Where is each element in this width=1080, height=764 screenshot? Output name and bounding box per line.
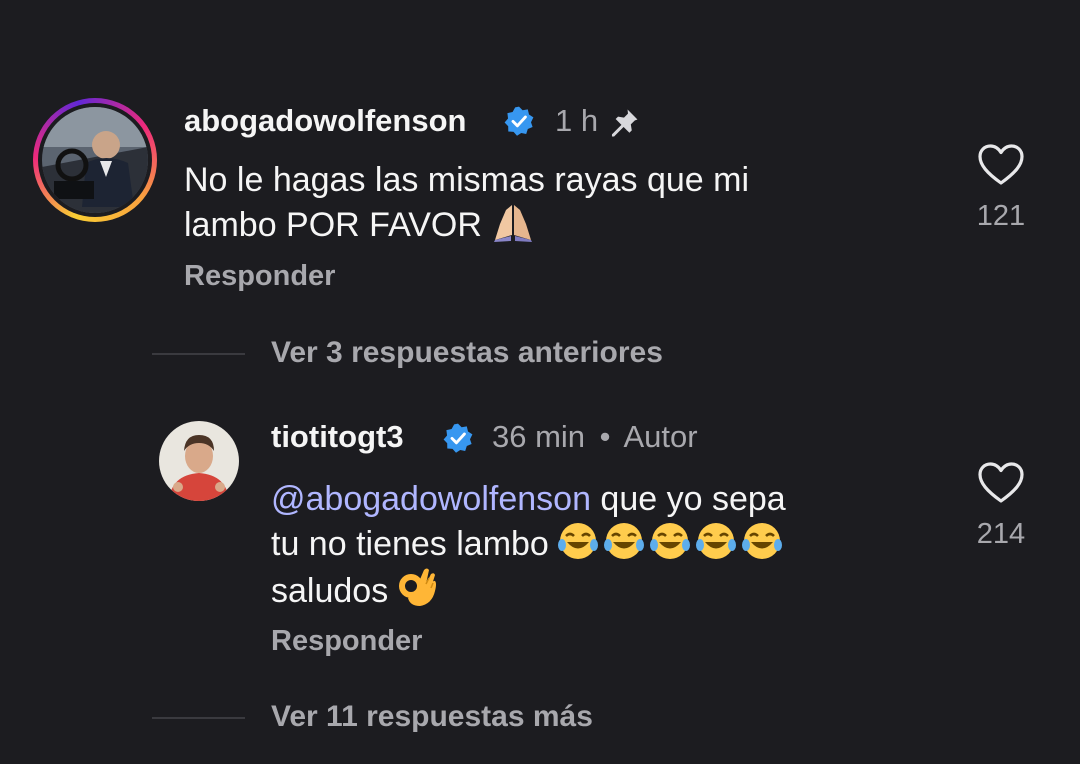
heart-icon[interactable] xyxy=(977,461,1025,505)
heart-icon[interactable] xyxy=(977,143,1025,187)
comment-text-fragment: que yo sepa xyxy=(590,480,786,518)
view-previous-replies-button[interactable]: Ver 3 respuestas anteriores xyxy=(271,336,663,370)
comment-text-fragment: saludos xyxy=(271,572,398,610)
comment-meta: 36 min • Autor xyxy=(492,419,698,455)
comment-time: 1 h xyxy=(555,103,599,138)
comment-text-fragment: lambo POR FAVOR xyxy=(184,206,482,244)
like-count: 214 xyxy=(976,518,1026,550)
laughing-crying-emoji xyxy=(558,523,783,559)
comment-text-line: saludos xyxy=(271,566,788,613)
comment-time: 36 min xyxy=(492,419,586,454)
avatar[interactable] xyxy=(159,421,239,501)
comment-username[interactable]: tiotitogt3 xyxy=(271,419,404,455)
comment-text: No le hagas las mismas rayas que mi lamb… xyxy=(184,158,749,247)
laughing-emoji-row xyxy=(558,523,788,563)
mention-link[interactable]: @abogadowolfenson xyxy=(271,480,591,518)
divider-line xyxy=(152,717,245,719)
author-badge: Autor xyxy=(623,419,698,454)
comment-text-line: @abogadowolfenson que yo sepa xyxy=(271,477,788,521)
divider-line xyxy=(152,353,245,355)
comment-username[interactable]: abogadowolfenson xyxy=(184,103,466,139)
view-more-replies-button[interactable]: Ver 11 respuestas más xyxy=(271,700,593,734)
like-count: 121 xyxy=(976,200,1026,232)
like-button[interactable]: 121 xyxy=(966,143,1036,233)
verified-badge-icon xyxy=(504,106,534,136)
comments-panel: abogadowolfenson 1 h No le hagas las mis… xyxy=(0,0,1080,764)
avatar xyxy=(42,107,148,213)
reply-button[interactable]: Responder xyxy=(184,260,335,293)
reply-button[interactable]: Responder xyxy=(271,625,422,658)
meta-separator: • xyxy=(599,419,611,454)
ok-hand-emoji xyxy=(398,568,436,606)
verified-badge-icon xyxy=(443,423,473,453)
praying-hands-emoji xyxy=(494,205,533,242)
comment-text-line: tu no tienes lambo xyxy=(271,521,788,566)
comment-text: @abogadowolfenson que yo sepa tu no tien… xyxy=(271,477,788,613)
comment-text-fragment: tu no tienes lambo xyxy=(271,525,559,563)
comment-text-line: No le hagas las mismas rayas que mi xyxy=(184,161,750,199)
story-ring-avatar[interactable] xyxy=(33,98,157,222)
like-button[interactable]: 214 xyxy=(966,461,1036,551)
pin-icon xyxy=(611,109,638,137)
comment-text-line: lambo POR FAVOR xyxy=(184,202,749,247)
